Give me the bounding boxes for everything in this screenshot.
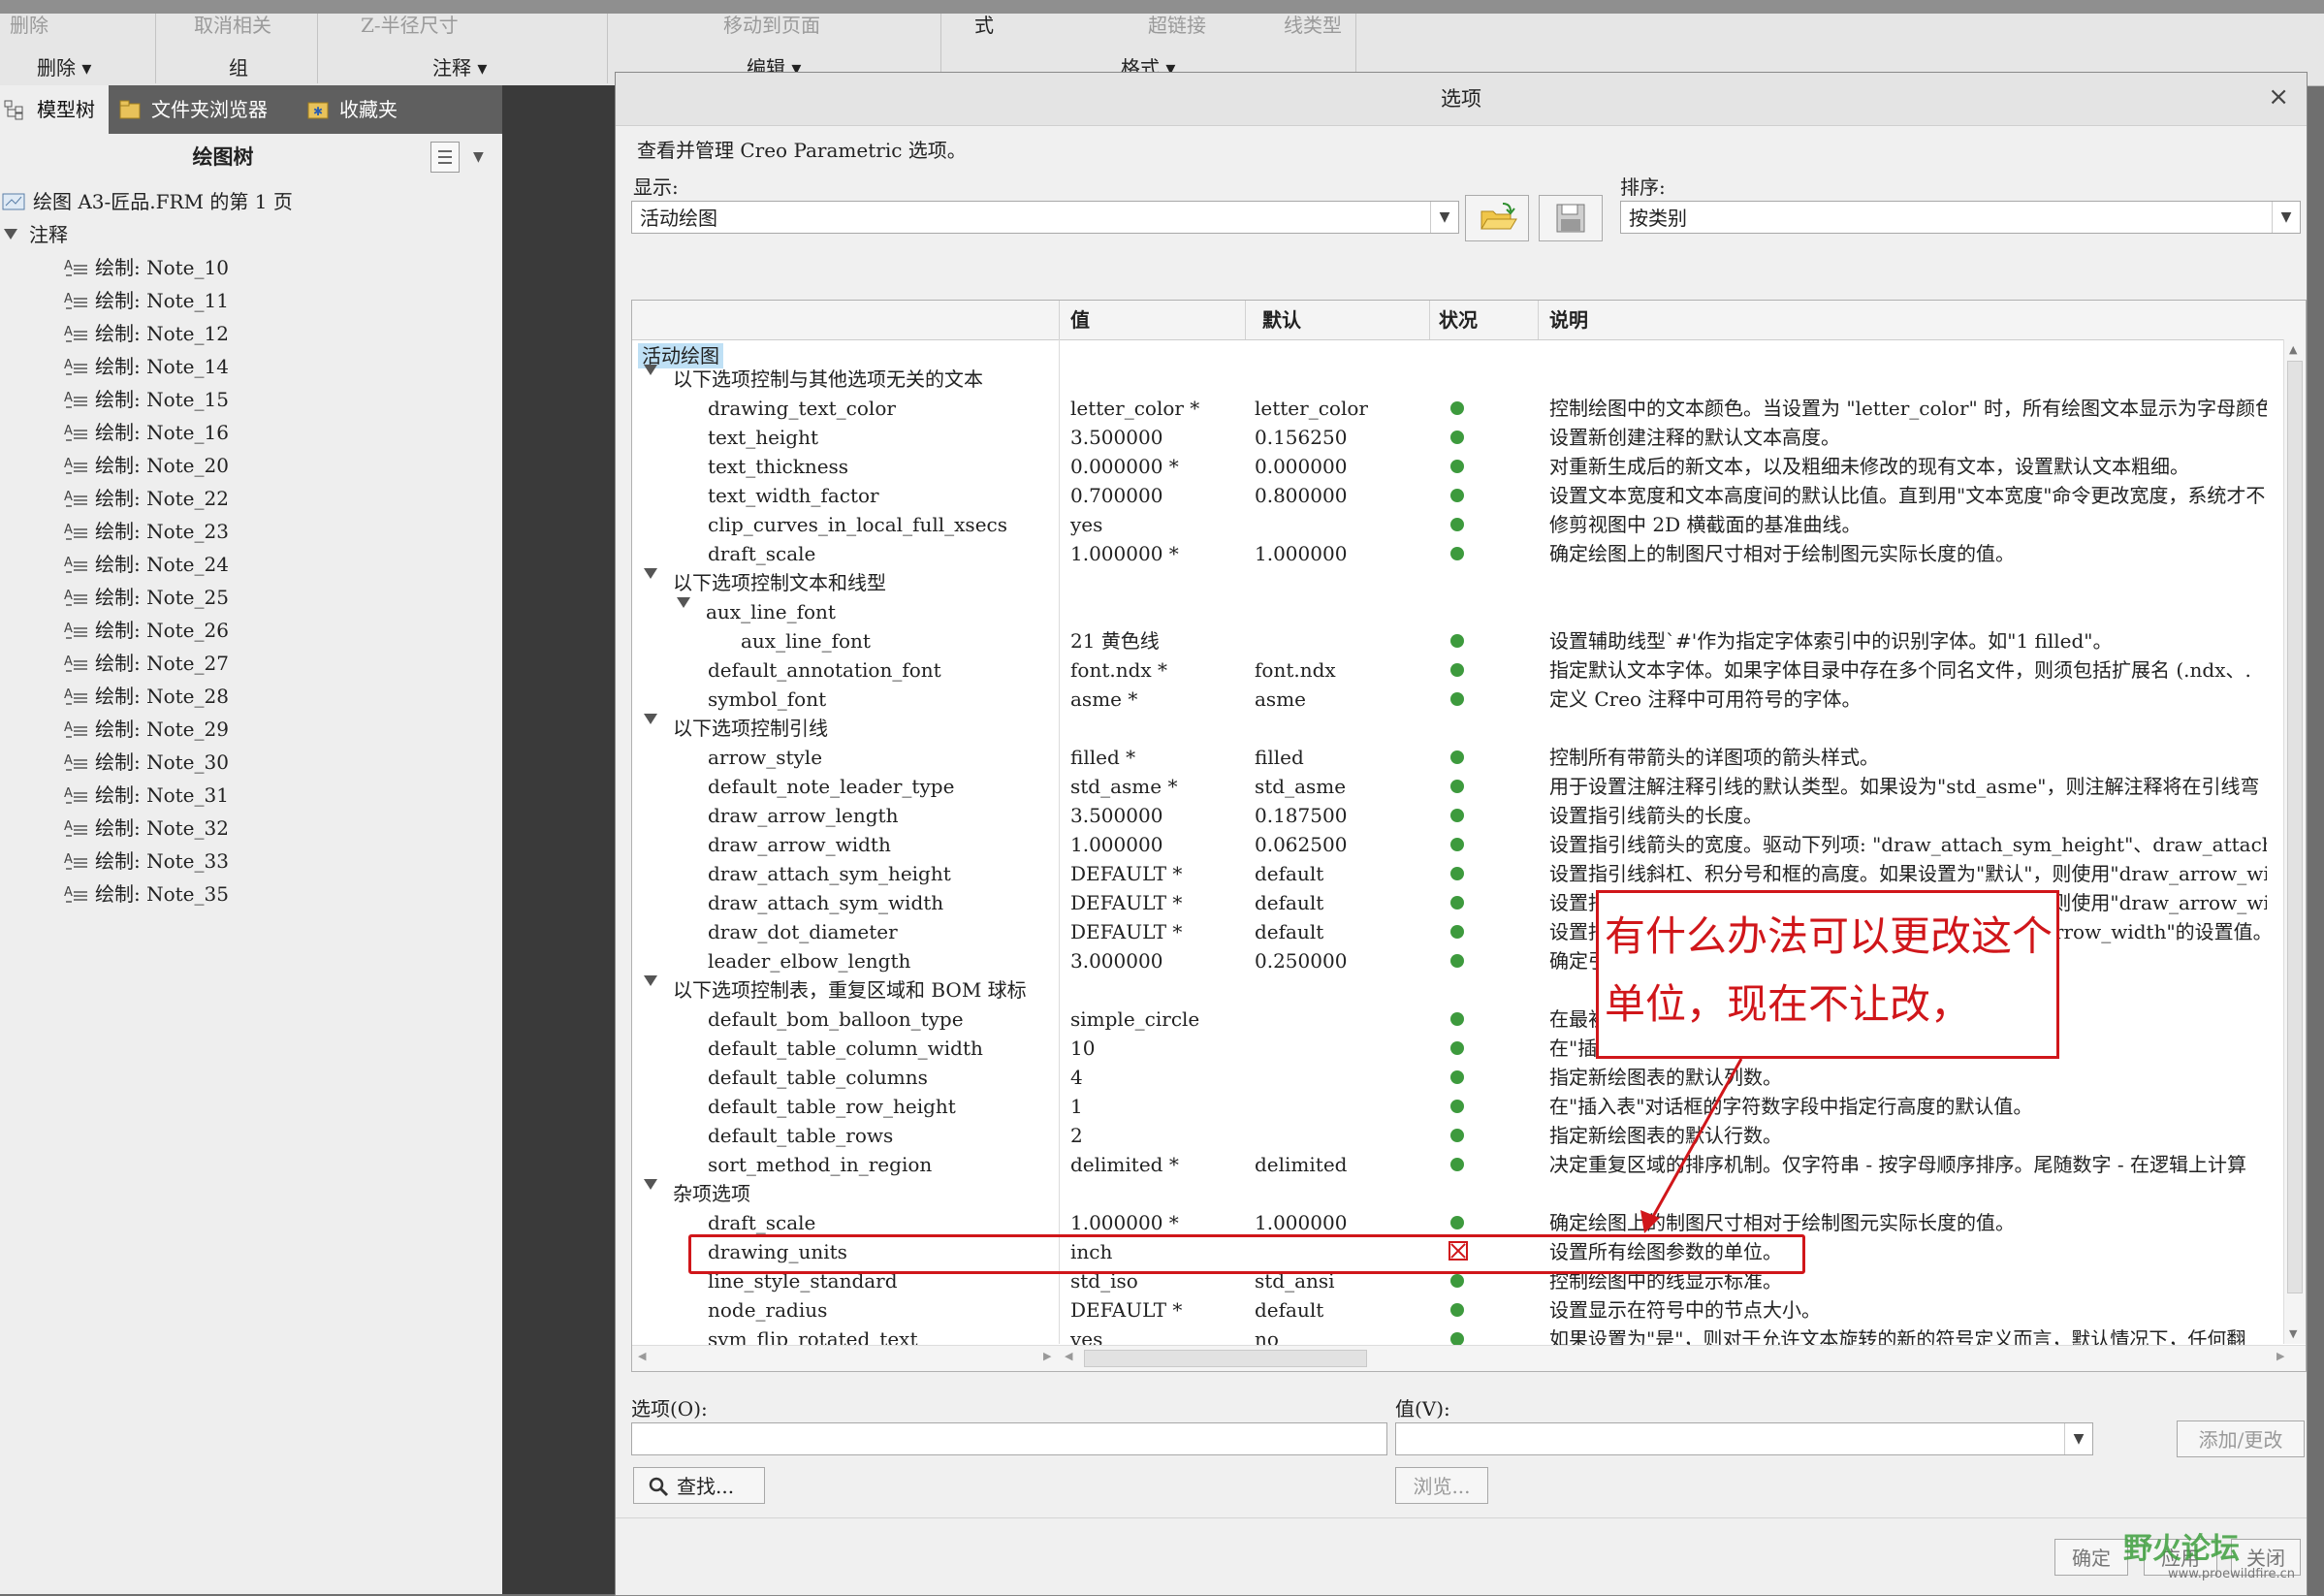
watermark-logo: 野火论坛	[2123, 1532, 2240, 1566]
annotation-arrow	[1640, 1058, 1743, 1233]
annotation-callout: 有什么办法可以更改这个单位，现在不让改，	[1596, 890, 2059, 1059]
drawing-units-highlight	[688, 1234, 1805, 1274]
annotation-text: 有什么办法可以更改这个单位，现在不让改，	[1605, 912, 2053, 1028]
watermark-url: www.proewildfire.cn	[2168, 1567, 2295, 1581]
